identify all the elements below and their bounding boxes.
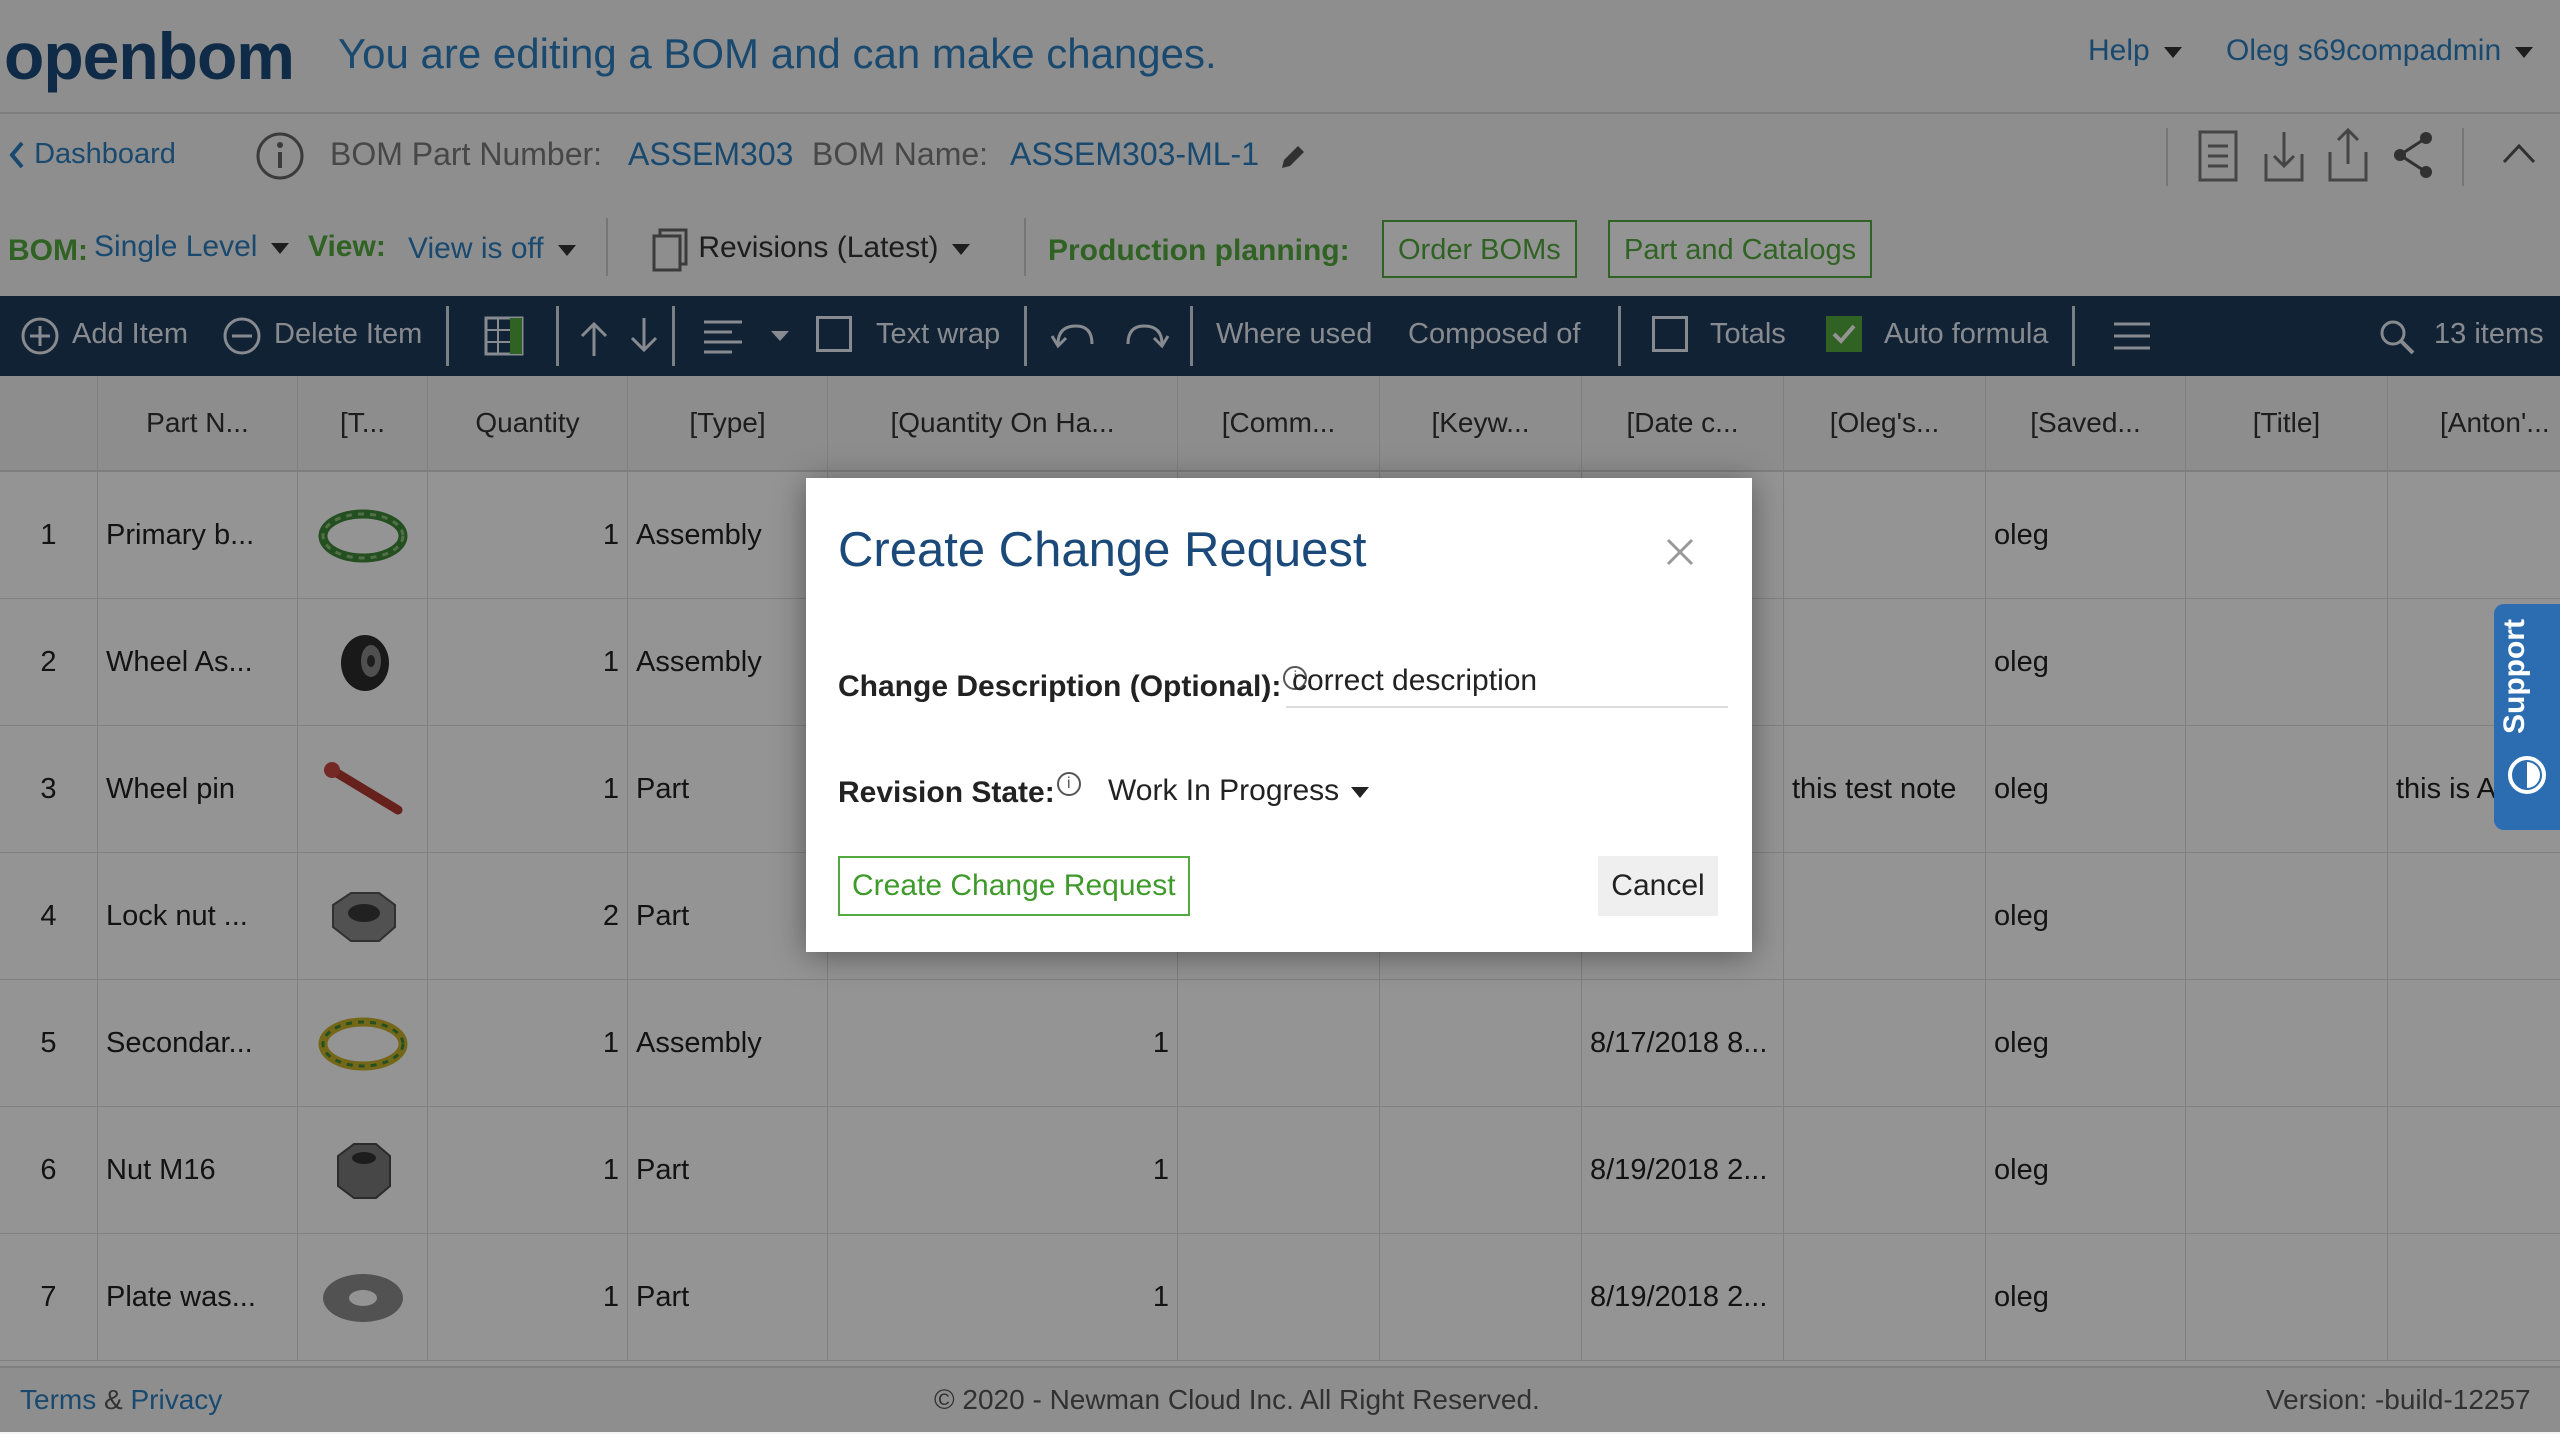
cancel-button[interactable]: Cancel bbox=[1598, 856, 1718, 916]
create-change-request-button[interactable]: Create Change Request bbox=[838, 856, 1190, 916]
change-description-input[interactable] bbox=[1286, 656, 1728, 708]
support-tab[interactable]: Support bbox=[2494, 604, 2560, 830]
close-icon[interactable] bbox=[1660, 532, 1700, 572]
revision-state-label-text: Revision State: bbox=[838, 776, 1055, 809]
change-description-label: Change Description (Optional): i bbox=[838, 666, 1308, 704]
revision-state-value: Work In Progress bbox=[1108, 774, 1340, 807]
dialog-title: Create Change Request bbox=[838, 523, 1367, 577]
info-icon[interactable]: i bbox=[1056, 772, 1081, 796]
support-icon bbox=[2508, 756, 2546, 794]
change-description-label-text: Change Description (Optional): bbox=[838, 670, 1282, 703]
chevron-down-icon bbox=[1351, 786, 1370, 798]
create-change-request-dialog: Create Change Request Change Description… bbox=[806, 478, 1752, 952]
revision-state-label: Revision State: i bbox=[838, 772, 1081, 810]
support-label: Support bbox=[2498, 619, 2531, 734]
revision-state-select[interactable]: Work In Progress bbox=[1108, 774, 1370, 808]
